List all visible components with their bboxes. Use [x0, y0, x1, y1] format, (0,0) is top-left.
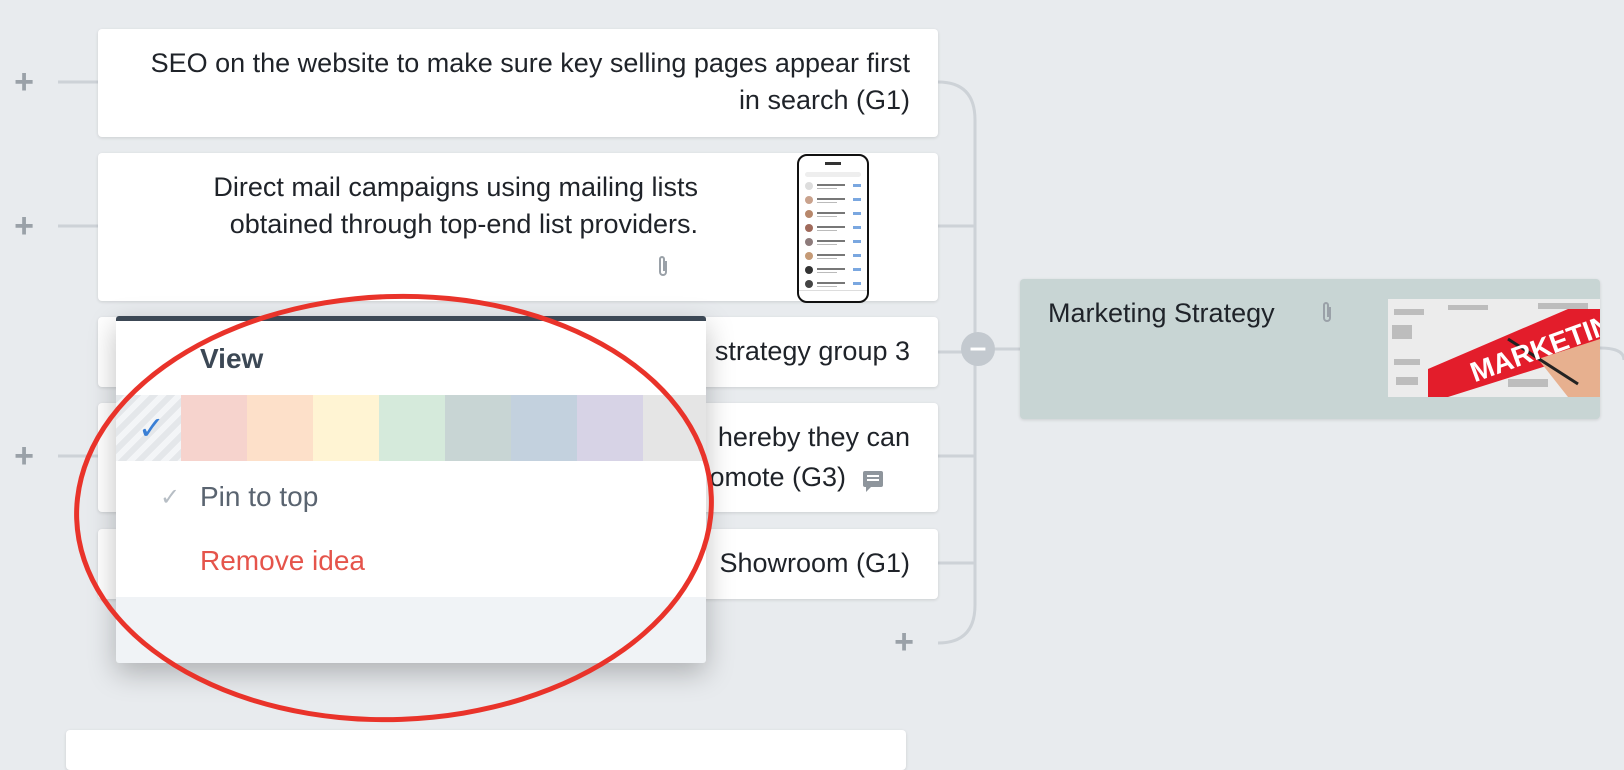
idea-text: SEO on the website to make sure key sell…: [150, 48, 910, 115]
minus-icon[interactable]: –: [961, 332, 995, 366]
idea-text-line2: omote (G3): [709, 462, 846, 492]
plus-icon[interactable]: +: [892, 625, 916, 659]
phone-search: [805, 172, 861, 177]
idea-text: Direct mail campaigns using mailing list…: [213, 172, 698, 239]
plus-icon[interactable]: +: [12, 65, 36, 99]
idea-card[interactable]: SEO on the website to make sure key sell…: [98, 29, 938, 137]
central-node-title: Marketing Strategy: [1048, 298, 1275, 328]
phone-screenshot-thumbnail[interactable]: [797, 154, 869, 303]
marketing-image-graphic: MARKETING: [1388, 299, 1600, 397]
idea-card-partial[interactable]: [66, 730, 906, 770]
plus-icon[interactable]: +: [12, 439, 36, 473]
paperclip-icon[interactable]: [656, 255, 670, 285]
plus-icon[interactable]: +: [12, 209, 36, 243]
idea-text: strategy group 3: [714, 336, 910, 366]
marketing-image[interactable]: MARKETING: [1388, 299, 1600, 397]
central-node[interactable]: Marketing Strategy MARKETING: [1020, 279, 1600, 419]
idea-text: Showroom (G1): [719, 548, 910, 578]
comment-icon[interactable]: [863, 471, 883, 492]
idea-text-line1: hereby they can: [717, 422, 910, 452]
paperclip-icon[interactable]: [1320, 301, 1334, 331]
phone-title: [825, 162, 841, 165]
phone-tabbar: [799, 290, 867, 301]
